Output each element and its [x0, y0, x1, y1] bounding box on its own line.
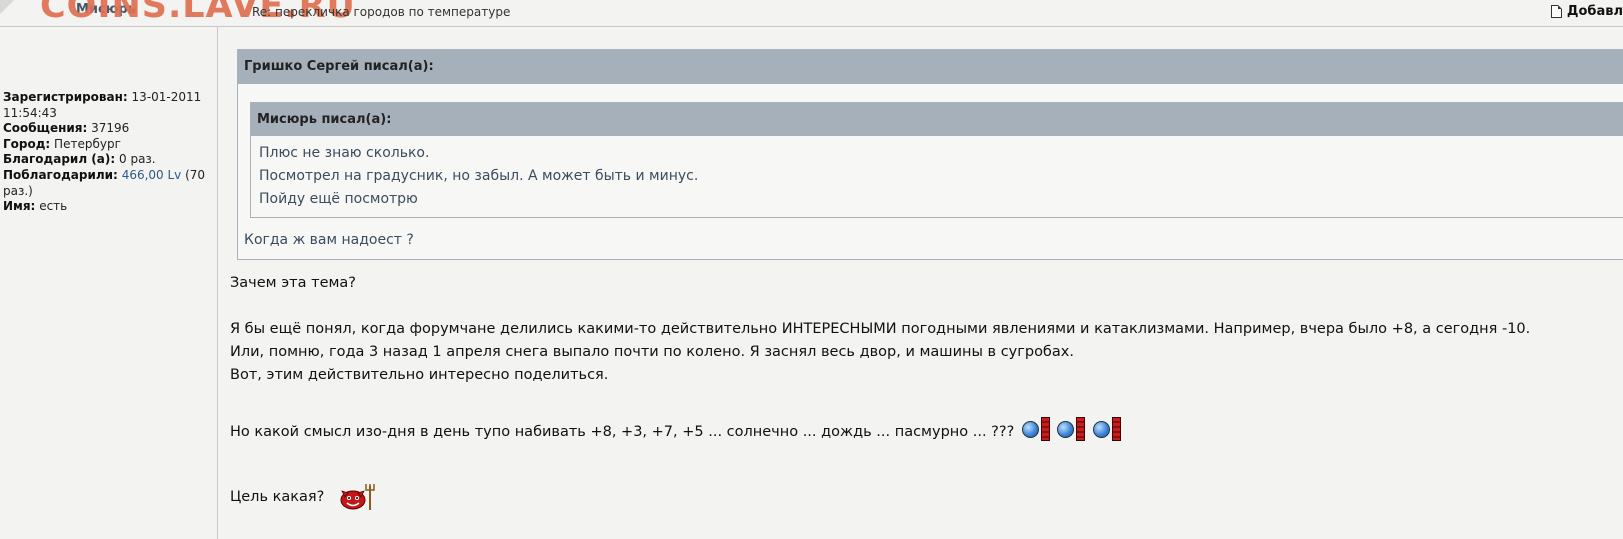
- add-post-label: Добавл: [1566, 4, 1623, 19]
- message-line: Зачем эта тема?: [230, 275, 357, 291]
- thanks-received-link[interactable]: 466,00 Lv: [122, 168, 182, 182]
- add-post-link[interactable]: Добавл: [1550, 4, 1623, 19]
- messages-value: 37196: [91, 121, 130, 136]
- quote-line: Плюс не знаю сколько.: [259, 145, 430, 161]
- wall-icon: [1112, 417, 1122, 441]
- message-text: Цель какая?: [230, 489, 325, 505]
- city-label: Город:: [3, 136, 51, 151]
- hit-wall-smiley-icon: [1057, 421, 1075, 438]
- registered-label: Зарегистрирован:: [3, 90, 128, 104]
- outer-quote-block: Гришко Сергей писал(а): Мисюрь писал(а):…: [237, 49, 1623, 260]
- message-line-with-devil: Цель какая?: [230, 481, 375, 511]
- thanked-label: Благодарил (а):: [3, 152, 116, 167]
- city-value: Петербург: [54, 136, 121, 151]
- outer-quote-header: Гришко Сергей писал(а):: [238, 50, 1623, 84]
- messages-label: Сообщения:: [3, 121, 88, 136]
- page-icon: [1550, 5, 1562, 18]
- name-label: Имя:: [3, 199, 36, 214]
- wall-icon: [1076, 417, 1086, 441]
- collapse-corner-icon[interactable]: [0, 0, 14, 14]
- quote-line: Пойду ещё посмотрю: [259, 191, 418, 207]
- post-subject: Re: перекличка городов по температуре: [252, 5, 511, 19]
- post-header-bar: Мисюрь COINS.LAVE.RU Re: перекличка горо…: [0, 0, 1623, 27]
- quote-line: Посмотрел на градусник, но забыл. А може…: [259, 168, 699, 184]
- devil-smiley-icon: [333, 481, 375, 511]
- inner-quote-block: Мисюрь писал(а): Плюс не знаю сколько. П…: [250, 102, 1623, 218]
- name-value: есть: [39, 199, 68, 214]
- hit-wall-smiley-icon: [1021, 421, 1039, 438]
- inner-quote-text: Плюс не знаю сколько. Посмотрел на граду…: [251, 136, 1623, 211]
- hit-wall-smiley-icon: [1093, 421, 1111, 438]
- outer-quote-text: Когда ж вам надоест ?: [244, 232, 414, 248]
- message-line: Или, помню, года 3 назад 1 апреля снега …: [230, 344, 1074, 360]
- message-line: Вот, этим действительно интересно подели…: [230, 367, 609, 383]
- author-profile: Зарегистрирован: 13-01-2011 11:54:43 Соо…: [3, 90, 215, 215]
- thanks-received-label: Поблагодарили:: [3, 167, 118, 182]
- message-line: Я бы ещё понял, когда форумчане делились…: [230, 321, 1531, 337]
- post-body: Гришко Сергей писал(а): Мисюрь писал(а):…: [228, 27, 1623, 539]
- message-text: Но какой смысл изо-дня в день тупо набив…: [230, 424, 1015, 440]
- message-line-with-smileys: Но какой смысл изо-дня в день тупо набив…: [230, 417, 1122, 444]
- inner-quote-header: Мисюрь писал(а):: [251, 103, 1623, 136]
- author-profile-column: Зарегистрирован: 13-01-2011 11:54:43 Соо…: [0, 27, 218, 539]
- wall-icon: [1040, 417, 1050, 441]
- thanked-value: 0 раз.: [119, 152, 156, 167]
